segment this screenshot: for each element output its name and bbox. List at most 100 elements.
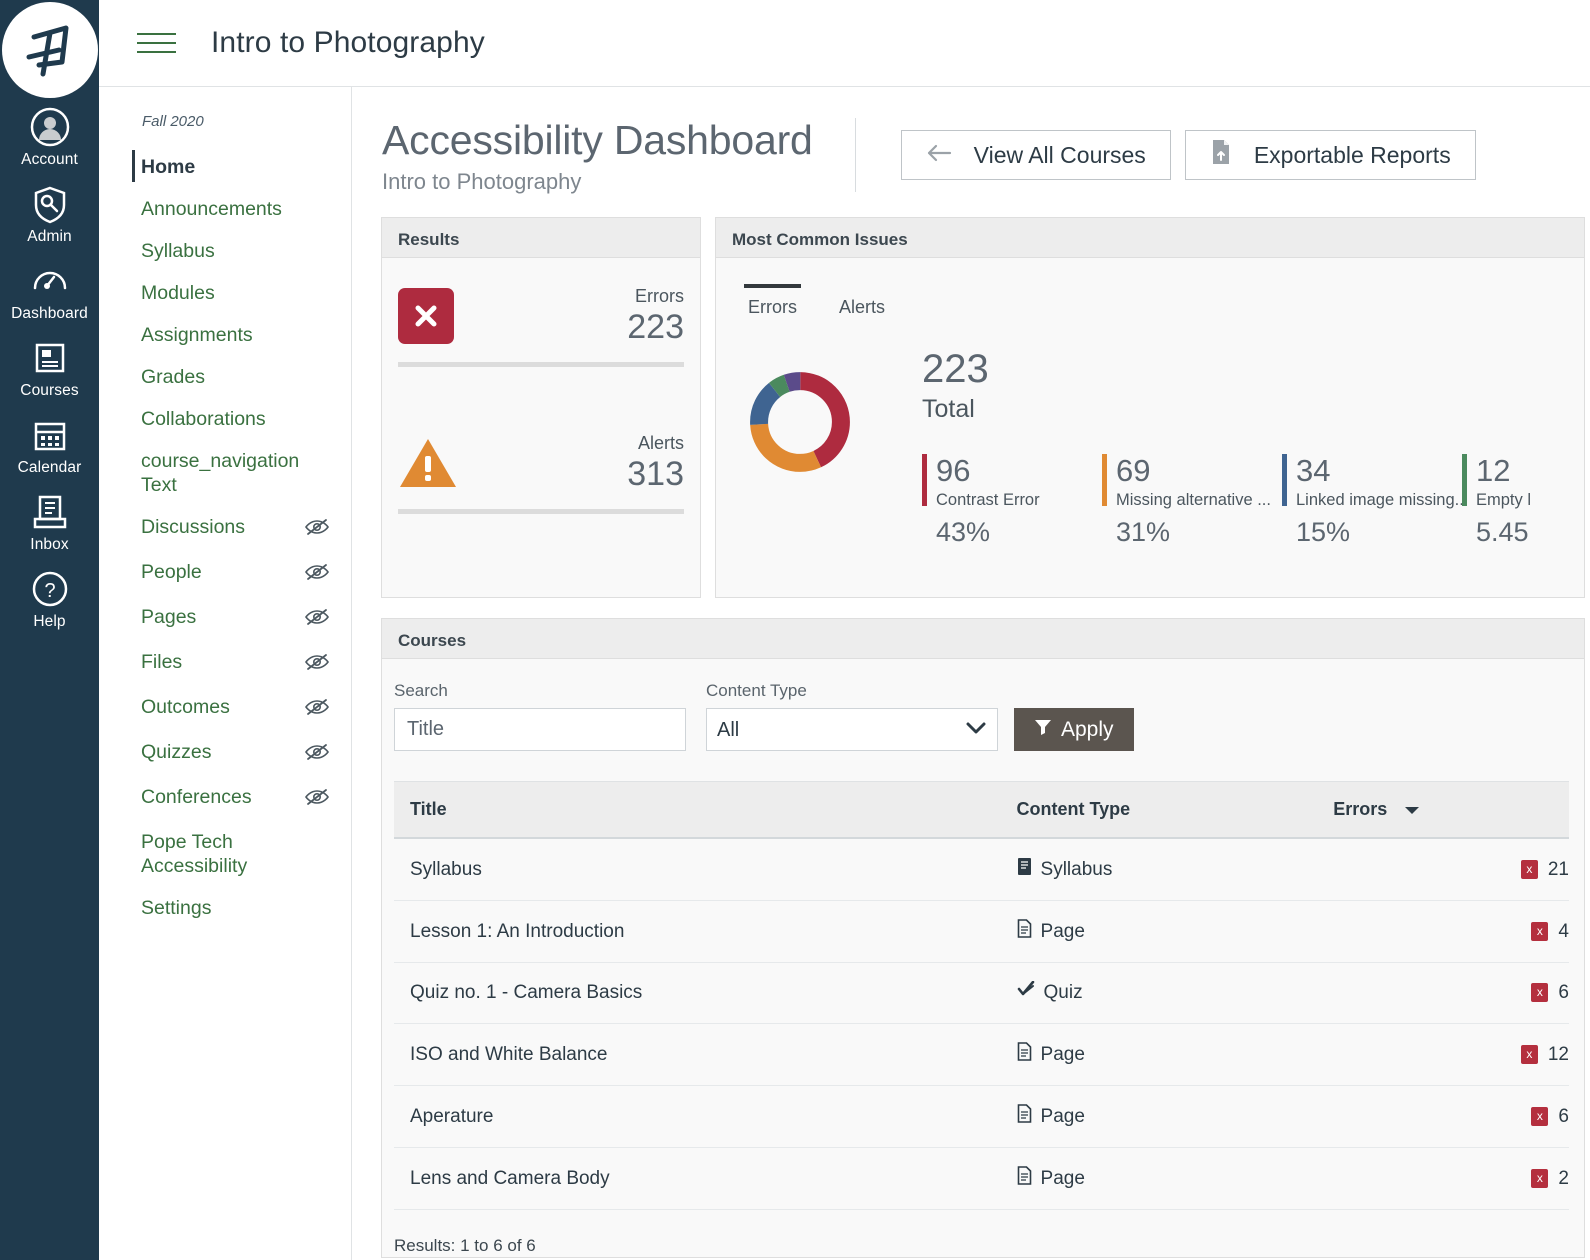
table-row[interactable]: Lesson 1: An Introduction Page x 4	[394, 900, 1569, 963]
issues-legend: 96 Contrast Error 43% 69 Missing alternative…	[922, 454, 1590, 548]
course-nav-item-discussions[interactable]: Discussions	[99, 506, 351, 551]
column-header-errors-label: Errors	[1333, 799, 1388, 819]
course-nav-item-label: Settings	[141, 897, 212, 919]
issue-legend-item: 34 Linked image missing... 15%	[1282, 454, 1468, 548]
error-x-badge-icon: x	[1531, 921, 1549, 941]
admin-shield-icon	[30, 184, 70, 224]
legend-top: 34 Linked image missing...	[1282, 454, 1468, 510]
global-nav-item-account[interactable]: Account	[0, 98, 99, 175]
svg-text:?: ?	[44, 580, 55, 602]
course-nav-item-pages[interactable]: Pages	[99, 596, 351, 641]
search-input[interactable]	[394, 708, 686, 751]
global-nav-label: Inbox	[30, 536, 69, 553]
table-row[interactable]: Quiz no. 1 - Camera Basics Quiz x 6	[394, 962, 1569, 1024]
course-nav-list: Home Announcements Syllabus Modules Assignme…	[99, 146, 351, 929]
view-all-courses-button[interactable]: View All Courses	[900, 130, 1171, 180]
course-nav-item-quizzes[interactable]: Quizzes	[99, 731, 351, 776]
issues-stats: 223 Total 96 Contrast Error 43% 69 Missing a…	[866, 346, 1590, 548]
hamburger-bar	[137, 42, 176, 44]
cell-title[interactable]: Quiz no. 1 - Camera Basics	[394, 962, 1001, 1024]
course-nav-item-settings[interactable]: Settings	[99, 887, 351, 929]
legend-value: 69	[1116, 453, 1151, 488]
course-nav-item-course-navigation-text[interactable]: course_navigation Text	[99, 440, 351, 506]
course-nav-item-people[interactable]: People	[99, 551, 351, 596]
content-type-wrapper: Page	[1017, 1166, 1085, 1191]
exportable-reports-button[interactable]: Exportable Reports	[1184, 130, 1476, 180]
errors-count: 4	[1558, 920, 1569, 942]
table-row[interactable]: Aperature Page x 6	[394, 1085, 1569, 1148]
tab-errors[interactable]: Errors	[736, 284, 809, 328]
dashboard-gauge-icon	[30, 261, 70, 301]
inbox-tray-icon	[30, 492, 70, 532]
hidden-eye-off-icon	[305, 788, 329, 812]
global-nav-item-admin[interactable]: Admin	[0, 175, 99, 252]
course-nav-item-modules[interactable]: Modules	[99, 272, 351, 314]
cell-title[interactable]: Lens and Camera Body	[394, 1147, 1001, 1210]
course-nav-item-syllabus[interactable]: Syllabus	[99, 230, 351, 272]
most-common-issues-panel: Most Common Issues Errors Alerts 223 Tot…	[715, 217, 1585, 598]
sort-descending-caret-icon[interactable]	[1392, 799, 1420, 819]
apply-label: Apply	[1061, 717, 1114, 741]
courses-results-table: Title Content Type Errors Syllabus Syllab…	[394, 781, 1569, 1210]
course-nav-item-label: Pages	[141, 606, 197, 628]
calendar-icon	[30, 415, 70, 455]
table-header-row: Title Content Type Errors	[394, 781, 1569, 839]
issue-legend-item: 96 Contrast Error 43%	[922, 454, 1102, 548]
course-nav-item-outcomes[interactable]: Outcomes	[99, 686, 351, 731]
global-nav-item-dashboard[interactable]: Dashboard	[0, 252, 99, 329]
hidden-eye-off-icon	[305, 518, 329, 542]
errors-count: 6	[1558, 982, 1569, 1003]
global-nav-item-inbox[interactable]: Inbox	[0, 483, 99, 560]
hamburger-menu-icon[interactable]	[137, 23, 183, 63]
issues-tablist: Errors Alerts	[716, 258, 1584, 328]
column-header-content-type[interactable]: Content Type	[1000, 781, 1318, 839]
quiz-check-icon	[1017, 980, 1035, 1005]
main-content: Accessibility Dashboard Intro to Photogr…	[351, 86, 1590, 1260]
search-label: Search	[394, 681, 448, 700]
tab-alerts[interactable]: Alerts	[827, 284, 897, 328]
courses-filters: Search Content Type All Apply	[382, 659, 1584, 751]
results-spacer	[398, 367, 684, 423]
course-nav-item-assignments[interactable]: Assignments	[99, 314, 351, 356]
course-nav-item-announcements[interactable]: Announcements	[99, 188, 351, 230]
course-nav-item-home[interactable]: Home	[99, 146, 351, 188]
column-header-title[interactable]: Title	[394, 781, 1001, 839]
cell-content-type: Page	[1000, 1147, 1318, 1210]
cell-title[interactable]: Lesson 1: An Introduction	[394, 900, 1001, 963]
legend-color-swatch	[1282, 454, 1287, 506]
global-nav-item-calendar[interactable]: Calendar	[0, 406, 99, 483]
course-nav-item-collaborations[interactable]: Collaborations	[99, 398, 351, 440]
table-row[interactable]: Syllabus Syllabus x 21	[394, 838, 1569, 901]
cell-content-type: Page	[1000, 1023, 1318, 1086]
exportable-reports-label: Exportable Reports	[1253, 141, 1451, 168]
course-nav-item-label: Discussions	[141, 516, 246, 538]
course-nav-item-files[interactable]: Files	[99, 641, 351, 686]
global-nav-item-help[interactable]: ? Help	[0, 560, 99, 637]
course-nav-item-conferences[interactable]: Conferences	[99, 776, 351, 821]
table-row[interactable]: Lens and Camera Body Page x 2	[394, 1147, 1569, 1210]
content-type-text: Page	[1040, 1167, 1085, 1189]
cell-title[interactable]: Syllabus	[394, 838, 1001, 901]
content-type-select[interactable]: All	[706, 708, 998, 751]
course-title: Intro to Photography	[211, 26, 485, 59]
global-nav-label: Help	[33, 613, 66, 630]
global-nav-label: Dashboard	[11, 305, 88, 322]
pope-tech-logo[interactable]	[1, 2, 98, 98]
legend-percent: 43%	[936, 517, 991, 547]
course-nav-item-grades[interactable]: Grades	[99, 356, 351, 398]
global-nav-item-courses[interactable]: Courses	[0, 329, 99, 406]
course-nav-item-label: Quizzes	[141, 741, 212, 763]
summary-panels-row: Results Errors 223 Alerts 313 Most Commo…	[381, 217, 1590, 598]
cell-title[interactable]: Aperature	[394, 1085, 1001, 1148]
cell-content-type: Syllabus	[1000, 838, 1318, 901]
column-header-errors[interactable]: Errors	[1317, 781, 1569, 839]
table-row[interactable]: ISO and White Balance Page x 12	[394, 1023, 1569, 1086]
hamburger-bar	[137, 51, 176, 53]
legend-value: 12	[1476, 453, 1511, 488]
table-head: Title Content Type Errors	[394, 781, 1569, 839]
apply-button[interactable]: Apply	[1014, 708, 1134, 751]
cell-title[interactable]: ISO and White Balance	[394, 1023, 1001, 1086]
account-avatar-icon	[30, 107, 70, 147]
course-nav-item-pope-tech-accessibility[interactable]: Pope Tech Accessibility	[99, 821, 351, 887]
course-header: Intro to Photography	[99, 0, 1590, 86]
